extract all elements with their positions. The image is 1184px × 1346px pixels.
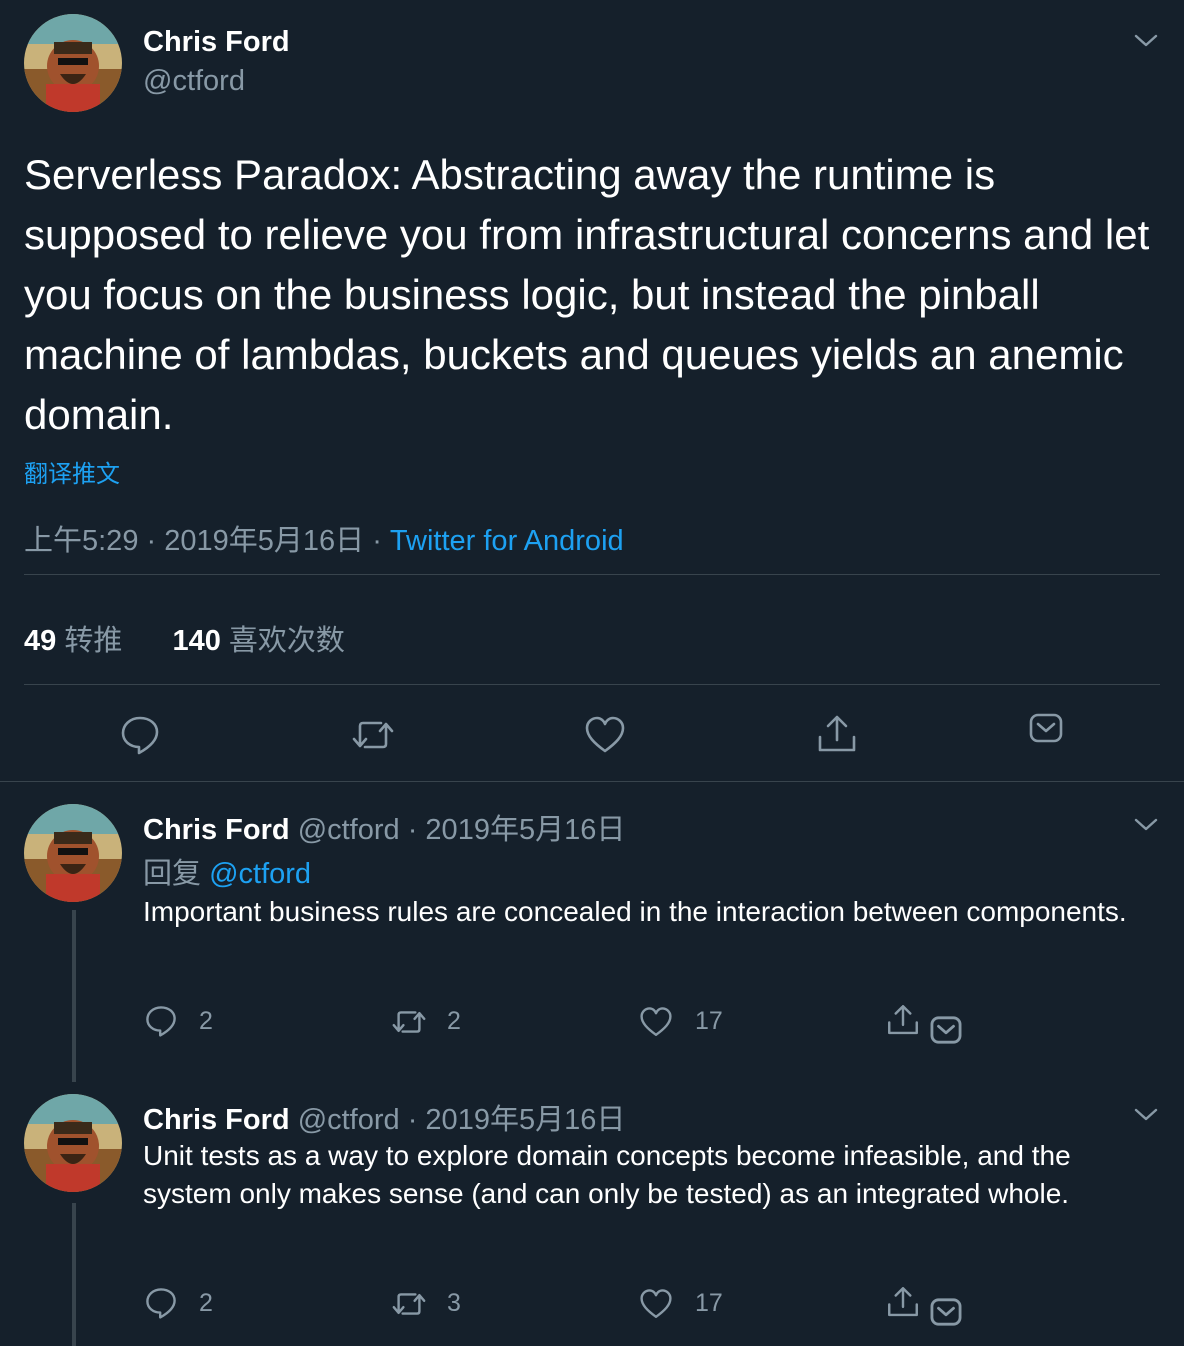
reply-header: Chris Ford @ctford · 2019年5月16日 bbox=[143, 806, 625, 848]
display-name[interactable]: Chris Ford bbox=[143, 1104, 290, 1136]
like-count: 17 bbox=[695, 1289, 723, 1317]
retweets-stat[interactable]: 49 转推 bbox=[24, 625, 130, 657]
save-icon[interactable] bbox=[929, 1297, 963, 1327]
translate-link[interactable]: 翻译推文 bbox=[24, 454, 120, 489]
meta-separator: · bbox=[372, 525, 382, 557]
reply-header: Chris Ford @ctford · 2019年5月16日 bbox=[143, 1096, 625, 1138]
thread-line bbox=[72, 910, 76, 1082]
tweet-text: Serverless Paradox: Abstracting away the… bbox=[24, 151, 1150, 438]
avatar[interactable] bbox=[24, 1094, 122, 1192]
reply-icon[interactable] bbox=[145, 1005, 177, 1037]
retweets-count: 49 bbox=[24, 625, 57, 657]
thread-line bbox=[72, 1203, 76, 1346]
like-icon[interactable] bbox=[639, 1288, 673, 1320]
share-icon[interactable] bbox=[886, 1003, 920, 1037]
avatar[interactable] bbox=[24, 804, 122, 902]
reply-icon[interactable] bbox=[145, 1287, 177, 1319]
tweet-date[interactable]: · 2019年5月16日 bbox=[408, 814, 626, 846]
chevron-down-icon[interactable] bbox=[1133, 811, 1159, 837]
share-icon[interactable] bbox=[886, 1285, 920, 1319]
retweet-icon[interactable] bbox=[390, 1288, 428, 1320]
retweets-label: 转推 bbox=[64, 625, 123, 657]
like-icon[interactable] bbox=[639, 1006, 673, 1038]
save-icon[interactable] bbox=[1028, 712, 1064, 744]
divider bbox=[0, 781, 1184, 782]
like-icon[interactable] bbox=[584, 715, 626, 755]
like-count: 17 bbox=[695, 1007, 723, 1035]
mention-link[interactable]: @ctford bbox=[209, 858, 311, 890]
retweet-icon[interactable] bbox=[351, 715, 395, 755]
likes-label: 喜欢次数 bbox=[228, 625, 345, 657]
display-name[interactable]: Chris Ford bbox=[143, 26, 290, 59]
tweet-source[interactable]: Twitter for Android bbox=[390, 525, 624, 557]
chevron-down-icon[interactable] bbox=[1133, 1101, 1159, 1127]
handle[interactable]: @ctford bbox=[298, 814, 400, 846]
handle[interactable]: @ctford bbox=[298, 1104, 400, 1136]
share-icon[interactable] bbox=[816, 713, 858, 755]
reply-prefix: 回复 bbox=[143, 858, 202, 890]
save-icon[interactable] bbox=[929, 1015, 963, 1045]
handle[interactable]: @ctford bbox=[143, 65, 245, 98]
likes-count: 140 bbox=[172, 625, 221, 657]
tweet-text: Important business rules are concealed i… bbox=[143, 896, 1127, 927]
avatar[interactable] bbox=[24, 14, 122, 112]
retweet-count: 2 bbox=[447, 1007, 461, 1035]
divider bbox=[24, 684, 1160, 685]
display-name[interactable]: Chris Ford bbox=[143, 814, 290, 846]
likes-stat[interactable]: 140 喜欢次数 bbox=[172, 625, 344, 657]
tweet-stats: 49 转推 140 喜欢次数 bbox=[24, 617, 345, 659]
tweet-timestamp[interactable]: 上午5:29 · 2019年5月16日 bbox=[24, 525, 364, 557]
reply-count: 2 bbox=[199, 1007, 213, 1035]
tweet-meta: 上午5:29 · 2019年5月16日 · Twitter for Androi… bbox=[24, 517, 624, 559]
tweet-text: Unit tests as a way to explore domain co… bbox=[143, 1140, 1071, 1209]
tweet-date[interactable]: · 2019年5月16日 bbox=[408, 1104, 626, 1136]
chevron-down-icon[interactable] bbox=[1133, 27, 1159, 53]
reply-count: 2 bbox=[199, 1289, 213, 1317]
divider bbox=[24, 574, 1160, 575]
retweet-icon[interactable] bbox=[390, 1006, 428, 1038]
retweet-count: 3 bbox=[447, 1289, 461, 1317]
reply-icon[interactable] bbox=[120, 715, 160, 755]
replying-to: 回复 @ctford bbox=[143, 850, 311, 892]
